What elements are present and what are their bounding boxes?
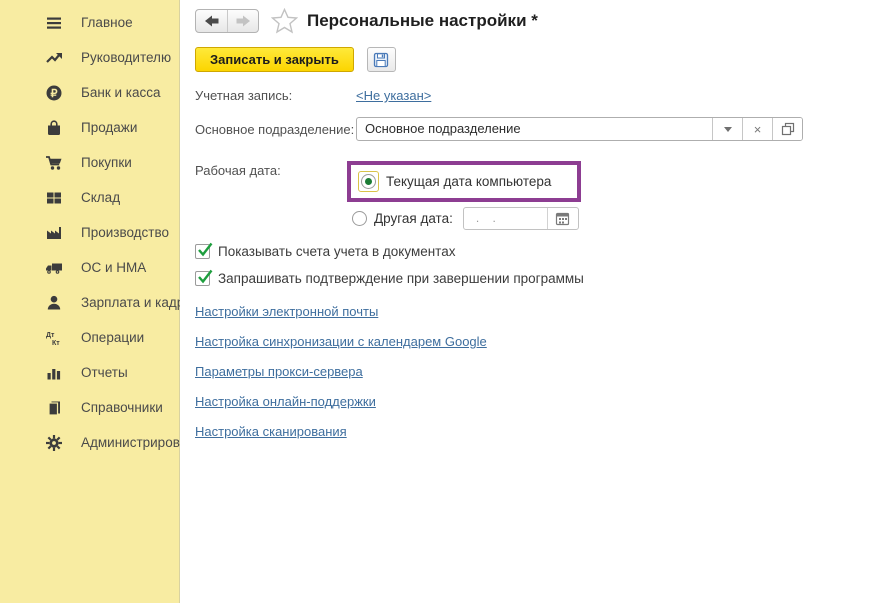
sidebar-item-operacii[interactable]: ДтКт Операции — [0, 320, 179, 355]
proxy-settings-link[interactable]: Параметры прокси-сервера — [195, 364, 363, 379]
confirm-exit-checkbox[interactable] — [195, 271, 210, 286]
sidebar-item-rukovoditelyu[interactable]: Руководителю — [0, 40, 179, 75]
show-accounts-checkbox[interactable] — [195, 244, 210, 259]
google-calendar-sync-link[interactable]: Настройка синхронизации с календарем Goo… — [195, 334, 487, 349]
sidebar-item-glavnoe[interactable]: Главное — [0, 5, 179, 40]
toolbar: Записать и закрыть — [195, 47, 885, 72]
email-settings-link[interactable]: Настройки электронной почты — [195, 304, 378, 319]
department-value[interactable]: Основное подразделение — [357, 118, 712, 140]
highlight-box: Текущая дата компьютера — [347, 161, 581, 202]
books-icon — [44, 399, 64, 417]
sidebar-item-proizvodstvo[interactable]: Производство — [0, 215, 179, 250]
sidebar-item-label: Главное — [81, 15, 133, 30]
sidebar-item-label: Покупки — [81, 155, 132, 170]
sidebar-item-label: Продажи — [81, 120, 137, 135]
settings-links: Настройки электронной почты Настройка си… — [195, 304, 885, 439]
sidebar-item-label: Банк и касса — [81, 85, 161, 100]
dropdown-button[interactable] — [712, 118, 742, 140]
sidebar-item-label: Справочники — [81, 400, 163, 415]
sidebar: Главное Руководителю ₽ Банк и касса Прод… — [0, 0, 180, 603]
person-icon — [44, 294, 64, 312]
current-date-radio-label: Текущая дата компьютера — [386, 174, 551, 189]
check-icon — [196, 268, 214, 286]
sidebar-item-pokupki[interactable]: Покупки — [0, 145, 179, 180]
close-icon: × — [754, 123, 762, 136]
history-nav — [195, 9, 259, 33]
radio-focus-ring — [358, 171, 379, 192]
svg-text:Дт: Дт — [46, 332, 55, 339]
sidebar-item-otchety[interactable]: Отчеты — [0, 355, 179, 390]
shopping-bag-icon — [44, 119, 64, 137]
confirm-exit-label: Запрашивать подтверждение при завершении… — [218, 271, 584, 286]
gear-icon — [44, 434, 64, 452]
open-form-icon — [781, 122, 795, 136]
sidebar-item-label: Производство — [81, 225, 169, 240]
show-accounts-label: Показывать счета учета в документах — [218, 244, 455, 259]
other-date-row: Другая дата: . . — [352, 207, 885, 230]
sidebar-item-prodazhi[interactable]: Продажи — [0, 110, 179, 145]
app-window: Главное Руководителю ₽ Банк и касса Прод… — [0, 0, 885, 603]
truck-icon — [44, 259, 64, 277]
menu-icon — [44, 14, 64, 32]
bar-chart-icon — [44, 364, 64, 382]
sidebar-item-label: Зарплата и кадры — [81, 295, 194, 310]
scanning-settings-link[interactable]: Настройка сканирования — [195, 424, 347, 439]
forward-button[interactable] — [227, 10, 258, 32]
sidebar-item-os-i-nma[interactable]: ОС и НМА — [0, 250, 179, 285]
chevron-down-icon — [724, 127, 732, 132]
sidebar-item-bank-i-kassa[interactable]: ₽ Банк и касса — [0, 75, 179, 110]
date-input[interactable]: . . — [463, 207, 579, 230]
sidebar-item-sklad[interactable]: Склад — [0, 180, 179, 215]
department-label: Основное подразделение: — [195, 122, 356, 137]
arrow-left-icon — [204, 14, 220, 28]
grid-icon — [44, 189, 64, 207]
settings-form: Учетная запись: <Не указан> Основное под… — [195, 88, 885, 439]
debit-credit-icon: ДтКт — [44, 329, 64, 347]
open-list-button[interactable] — [772, 118, 802, 140]
sidebar-item-label: Отчеты — [81, 365, 128, 380]
svg-text:Кт: Кт — [52, 340, 60, 347]
svg-text:₽: ₽ — [51, 87, 58, 99]
department-combo[interactable]: Основное подразделение × — [356, 117, 803, 141]
department-row: Основное подразделение: Основное подразд… — [195, 117, 885, 141]
factory-icon — [44, 224, 64, 242]
ruble-coin-icon: ₽ — [44, 84, 64, 102]
other-date-radio-label: Другая дата: — [374, 211, 453, 226]
shopping-cart-icon — [44, 154, 64, 172]
clear-button[interactable]: × — [742, 118, 772, 140]
page-header: Персональные настройки * — [195, 8, 885, 34]
account-row: Учетная запись: <Не указан> — [195, 88, 885, 103]
current-date-radio[interactable] — [361, 174, 376, 189]
back-button[interactable] — [196, 10, 227, 32]
work-date-label: Рабочая дата: — [195, 163, 356, 178]
main-content: Персональные настройки * Записать и закр… — [180, 0, 885, 603]
arrow-right-icon — [235, 14, 251, 28]
save-and-close-button[interactable]: Записать и закрыть — [195, 47, 354, 72]
check-icon — [196, 241, 214, 259]
favorite-star-icon[interactable] — [271, 8, 298, 34]
sidebar-item-label: Операции — [81, 330, 144, 345]
sidebar-item-label: ОС и НМА — [81, 260, 146, 275]
calendar-icon — [555, 211, 570, 226]
sidebar-item-administrirovanie[interactable]: Администрирование — [0, 425, 179, 460]
confirm-exit-row: Запрашивать подтверждение при завершении… — [195, 271, 885, 286]
sidebar-item-zarplata-i-kadry[interactable]: Зарплата и кадры — [0, 285, 179, 320]
online-support-link[interactable]: Настройка онлайн-поддержки — [195, 394, 376, 409]
account-label: Учетная запись: — [195, 88, 356, 103]
account-link[interactable]: <Не указан> — [356, 88, 431, 103]
page-title: Персональные настройки * — [307, 11, 538, 31]
date-value[interactable]: . . — [464, 208, 547, 229]
save-button[interactable] — [367, 47, 396, 72]
floppy-icon — [372, 51, 390, 69]
sidebar-item-spravochniki[interactable]: Справочники — [0, 390, 179, 425]
trend-up-icon — [44, 49, 64, 67]
sidebar-item-label: Склад — [81, 190, 120, 205]
show-accounts-row: Показывать счета учета в документах — [195, 244, 885, 259]
other-date-radio[interactable] — [352, 211, 367, 226]
sidebar-item-label: Руководителю — [81, 50, 171, 65]
calendar-button[interactable] — [547, 208, 578, 229]
